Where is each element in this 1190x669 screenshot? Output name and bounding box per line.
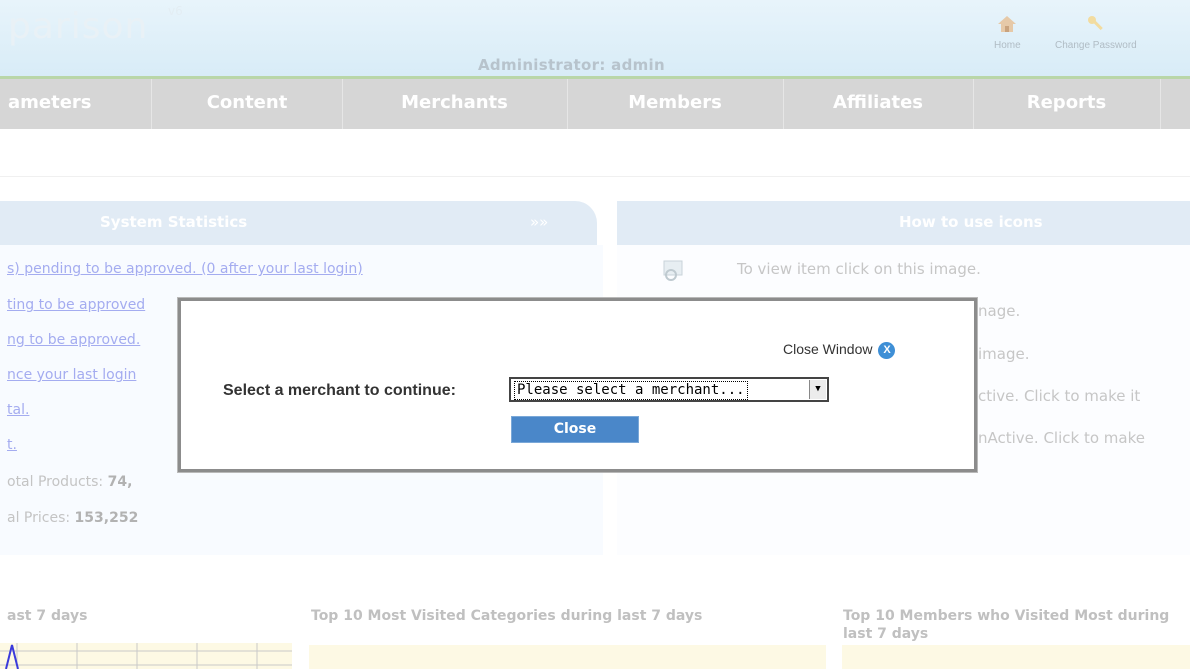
top-members-box [842, 645, 1190, 669]
chevron-down-icon[interactable]: ▼ [809, 380, 826, 399]
stat-link-approval[interactable]: ng to be approved. [7, 332, 140, 348]
select-merchant-modal: Close Window X Select a merchant to conti… [178, 298, 977, 472]
home-link-label: Home [994, 40, 1021, 51]
merchant-select[interactable]: Please select a merchant... ▼ [509, 377, 829, 402]
total-products-value: 74, [107, 474, 133, 490]
total-products: otal Products: 74, [7, 474, 132, 490]
divider [0, 176, 1190, 177]
logo-version: v6 [168, 4, 183, 18]
nav-parameters[interactable]: ameters [0, 79, 152, 129]
how-to-use-icons-header: How to use icons [617, 201, 1190, 245]
close-x-icon[interactable]: X [878, 341, 896, 359]
change-password-link[interactable]: Change Password [1055, 14, 1137, 51]
total-prices: al Prices: 153,252 [7, 510, 138, 526]
how-to-use-icons-title: How to use icons [899, 213, 1043, 231]
nav-reports[interactable]: Reports [973, 79, 1161, 129]
system-statistics-header: System Statistics »» [0, 201, 597, 245]
stat-link-total[interactable]: tal. [7, 402, 29, 418]
logo: parison [8, 6, 149, 47]
nav-members[interactable]: Members [567, 79, 784, 129]
stat-link-pending[interactable]: s) pending to be approved. (0 after your… [7, 261, 363, 277]
merchant-select-value: Please select a merchant... [514, 381, 748, 400]
key-icon [1087, 16, 1103, 31]
main-nav: ameters Content Merchants Members Affili… [0, 79, 1190, 129]
total-prices-value: 153,252 [74, 510, 139, 526]
howto-line-2: nage. [978, 302, 1021, 320]
howto-line-inactive: nActive. Click to make [978, 429, 1145, 447]
close-window-link[interactable]: Close Window X [783, 341, 896, 359]
home-icon [998, 16, 1017, 32]
change-password-label: Change Password [1055, 40, 1137, 51]
visits-chart-grid [0, 643, 292, 669]
header: parison v6 Administrator: admin Home Cha… [0, 0, 1190, 79]
home-link[interactable]: Home [994, 14, 1021, 51]
stat-link-waiting[interactable]: ting to be approved [7, 297, 145, 313]
stat-link-since-login[interactable]: nce your last login [7, 367, 136, 383]
howto-line-active: ctive. Click to make it [978, 387, 1141, 405]
nav-content[interactable]: Content [152, 79, 343, 129]
select-merchant-label: Select a merchant to continue: [223, 382, 456, 399]
total-products-label: otal Products: [7, 474, 104, 490]
view-item-icon [663, 260, 683, 281]
howto-line-view: To view item click on this image. [737, 260, 981, 278]
nav-merchants[interactable]: Merchants [342, 79, 568, 129]
total-prices-label: al Prices: [7, 510, 71, 526]
admin-title: Administrator: admin [478, 56, 665, 74]
howto-line-3: image. [978, 345, 1030, 363]
visits-chart [0, 643, 292, 669]
close-window-label: Close Window [783, 341, 873, 357]
top-categories-title: Top 10 Most Visited Categories during la… [311, 608, 703, 624]
stat-link-t[interactable]: t. [7, 437, 17, 453]
expand-arrows-icon[interactable]: »» [530, 213, 548, 231]
top-members-title: Top 10 Members who Visited Most during l… [843, 608, 1170, 642]
top-categories-box [309, 645, 826, 669]
last-7-days-title: ast 7 days [7, 608, 88, 624]
system-statistics-title: System Statistics [100, 213, 248, 231]
close-button[interactable]: Close [511, 416, 639, 443]
nav-affiliates[interactable]: Affiliates [783, 79, 974, 129]
